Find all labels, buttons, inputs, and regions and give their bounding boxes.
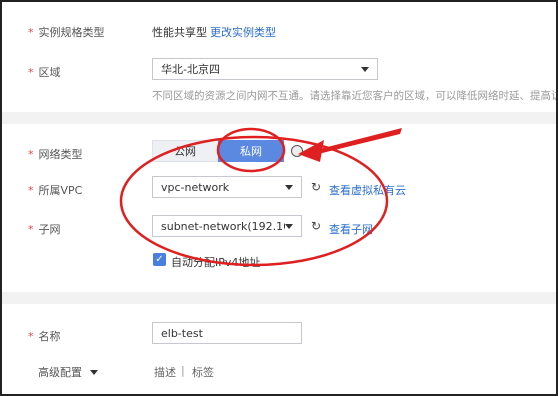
subnet-label: 子网 xyxy=(38,223,61,236)
vpc-select-value: vpc-network xyxy=(161,180,230,194)
chevron-down-icon xyxy=(285,223,293,229)
network-type-private-option[interactable]: 私网 xyxy=(218,140,284,162)
vpc-label: 所属VPC xyxy=(38,184,83,197)
instance-spec-value: 性能共享型 xyxy=(152,26,207,39)
annotation-arrow xyxy=(300,128,402,155)
section-divider xyxy=(2,112,556,124)
advanced-separator: | xyxy=(181,364,185,377)
name-input-value: elb-test xyxy=(161,326,203,340)
required-mark: * xyxy=(28,26,34,39)
advanced-config-label: 高级配置 xyxy=(38,366,82,379)
region-label-wrap: * 区域 xyxy=(28,64,61,80)
network-type-label: 网络类型 xyxy=(38,148,83,161)
help-icon[interactable] xyxy=(291,145,303,157)
change-instance-type-link[interactable]: 更改实例类型 xyxy=(210,24,276,40)
advanced-config-toggle[interactable]: 高级配置 xyxy=(38,364,98,380)
vpc-label-wrap: * 所属VPC xyxy=(28,182,82,198)
auto-ipv4-label: 自动分配IPv4地址 xyxy=(171,256,261,269)
chevron-down-icon xyxy=(361,66,369,72)
subnet-select[interactable]: subnet-network(192.168.1.... xyxy=(152,215,302,237)
instance-spec-label: 实例规格类型 xyxy=(38,26,105,39)
region-select[interactable]: 华北-北京四 xyxy=(152,58,378,80)
network-type-label-wrap: * 网络类型 xyxy=(28,146,83,162)
subnet-label-wrap: * 子网 xyxy=(28,221,61,237)
subnet-select-value: subnet-network(192.168.1.... xyxy=(161,219,285,233)
chevron-down-icon xyxy=(285,184,293,190)
required-mark: * xyxy=(28,223,34,236)
region-label: 区域 xyxy=(38,66,61,79)
chevron-down-icon xyxy=(90,369,98,375)
required-mark: * xyxy=(28,184,34,197)
required-mark: * xyxy=(28,66,34,79)
required-mark: * xyxy=(28,148,34,161)
vpc-select[interactable]: vpc-network xyxy=(152,176,302,198)
network-type-toggle: 公网 私网 xyxy=(152,140,284,162)
region-select-value: 华北-北京四 xyxy=(161,63,220,76)
view-subnet-link[interactable]: 查看子网 xyxy=(329,221,373,237)
form-panel: * 实例规格类型 性能共享型 更改实例类型 * 区域 华北-北京四 不同区域的资源之… xyxy=(0,0,558,396)
region-hint: 不同区域的资源之间内网不互通。请选择靠近您客户的区域，可以降低网络时延、提高访问… xyxy=(152,90,556,102)
network-type-public-option[interactable]: 公网 xyxy=(152,140,218,162)
advanced-desc-label: 描述 xyxy=(154,366,176,379)
refresh-icon[interactable]: ↻ xyxy=(311,220,323,232)
name-label: 名称 xyxy=(38,330,61,343)
name-input[interactable]: elb-test xyxy=(152,322,302,344)
required-mark: * xyxy=(28,330,34,343)
name-label-wrap: * 名称 xyxy=(28,328,61,344)
view-vpc-link[interactable]: 查看虚拟私有云 xyxy=(329,182,406,198)
instance-spec-label-wrap: * 实例规格类型 xyxy=(28,24,105,40)
refresh-icon[interactable]: ↻ xyxy=(311,181,323,193)
auto-ipv4-checkbox[interactable]: ✓ xyxy=(153,253,166,266)
advanced-tags-label: 标签 xyxy=(192,366,214,379)
section-divider xyxy=(2,292,556,304)
